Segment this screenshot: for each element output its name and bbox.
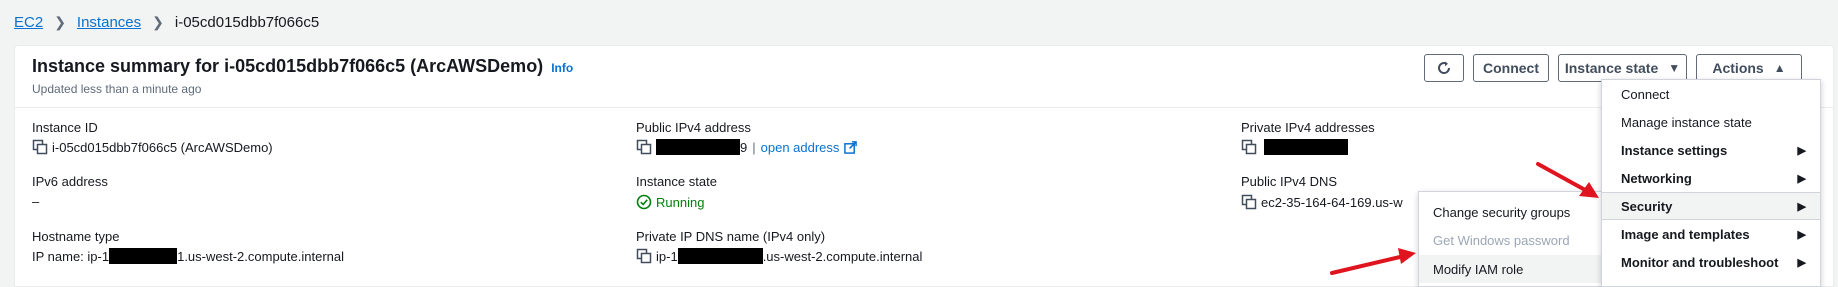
menu-item-label: Instance settings <box>1621 142 1728 158</box>
last-updated-text: Updated less than a minute ago <box>32 82 202 96</box>
actions-dropdown-menu: Connect Manage instance state Instance s… <box>1601 79 1821 287</box>
public-dns-text: ec2-35-164-64-169.us-w <box>1261 194 1403 210</box>
status-running-text: Running <box>656 194 705 210</box>
instance-state-field-label: Instance state <box>636 174 717 189</box>
menu-item-instance-settings[interactable]: Instance settings ▶ <box>1602 136 1820 164</box>
menu-item-manage-instance-state[interactable]: Manage instance state <box>1602 108 1820 136</box>
hostname-suffix: 1.us-west-2.compute.internal <box>177 248 345 264</box>
public-ipv4-value: 9 | open address <box>636 139 858 155</box>
copy-icon[interactable] <box>32 139 48 155</box>
copy-icon[interactable] <box>636 139 652 155</box>
actions-button[interactable]: Actions ▲ <box>1696 54 1802 82</box>
redacted-block <box>656 139 740 155</box>
security-submenu: Change security groups Get Windows passw… <box>1418 191 1604 287</box>
open-address-link[interactable]: open address <box>761 140 840 155</box>
copy-icon[interactable] <box>1241 194 1257 210</box>
public-ipv4-suffix: 9 <box>740 139 748 155</box>
breadcrumb: EC2 ❯ Instances ❯ i-05cd015dbb7f066c5 <box>14 10 319 34</box>
instance-state-button[interactable]: Instance state ▼ <box>1558 54 1687 82</box>
hostname-prefix: IP name: ip-1 <box>32 248 110 264</box>
ipv6-label: IPv6 address <box>32 174 108 189</box>
menu-item-label: Security <box>1621 198 1673 214</box>
separator: | <box>752 139 756 155</box>
redacted-block <box>1264 139 1348 155</box>
breadcrumb-instances-link[interactable]: Instances <box>77 14 141 31</box>
breadcrumb-current: i-05cd015dbb7f066c5 <box>174 13 320 31</box>
private-ipv4-label: Private IPv4 addresses <box>1241 120 1375 135</box>
private-dns-label: Private IP DNS name (IPv4 only) <box>636 229 826 244</box>
public-dns-label: Public IPv4 DNS <box>1241 174 1338 189</box>
caret-right-icon: ▶ <box>1797 200 1806 213</box>
instance-id-text: i-05cd015dbb7f066c5 (ArcAWSDemo) <box>52 139 273 155</box>
refresh-icon <box>1438 61 1451 74</box>
caret-right-icon: ▶ <box>1797 228 1806 241</box>
copy-icon[interactable] <box>636 248 652 264</box>
menu-item-image-and-templates[interactable]: Image and templates ▶ <box>1602 220 1820 248</box>
check-circle-icon <box>636 194 652 210</box>
instance-id-value: i-05cd015dbb7f066c5 (ArcAWSDemo) <box>32 139 273 155</box>
chevron-right-icon: ❯ <box>54 13 66 30</box>
connect-button[interactable]: Connect <box>1473 54 1549 82</box>
menu-item-connect[interactable]: Connect <box>1602 80 1820 108</box>
hostname-type-value: IP name: ip-1 1.us-west-2.compute.interna… <box>32 248 344 264</box>
private-dns-suffix: .us-west-2.compute.internal <box>762 248 923 264</box>
external-link-icon[interactable] <box>844 140 858 154</box>
caret-down-icon: ▼ <box>1668 61 1681 75</box>
instance-state-value: Running <box>636 194 704 210</box>
menu-item-label: Monitor and troubleshoot <box>1621 254 1779 270</box>
menu-item-label: Manage instance state <box>1621 114 1752 130</box>
menu-item-label: Connect <box>1621 86 1670 102</box>
actions-label: Actions <box>1712 60 1764 76</box>
copy-icon[interactable] <box>1241 139 1257 155</box>
instance-state-label: Instance state <box>1564 60 1659 76</box>
annotation-arrow-icon <box>1536 162 1599 198</box>
menu-item-modify-iam-role[interactable]: Modify IAM role <box>1419 255 1603 283</box>
instance-id-label: Instance ID <box>32 120 98 135</box>
caret-right-icon: ▶ <box>1797 172 1806 185</box>
panel-header: Instance summary for i-05cd015dbb7f066c5… <box>15 46 1833 108</box>
caret-right-icon: ▶ <box>1797 256 1806 269</box>
redacted-block <box>677 248 763 264</box>
private-dns-prefix: ip-1 <box>656 248 678 264</box>
menu-item-security[interactable]: Security ▶ <box>1602 192 1820 220</box>
hostname-type-label: Hostname type <box>32 229 120 244</box>
menu-item-get-windows-password[interactable]: Get Windows password <box>1419 226 1603 254</box>
menu-item-label: Image and templates <box>1621 226 1750 242</box>
menu-item-networking[interactable]: Networking ▶ <box>1602 164 1820 192</box>
menu-item-label: Networking <box>1621 170 1692 186</box>
page-title: Instance summary for i-05cd015dbb7f066c5… <box>32 56 573 77</box>
chevron-right-icon: ❯ <box>152 13 164 30</box>
info-link[interactable]: Info <box>551 61 573 75</box>
private-ipv4-value <box>1241 139 1348 155</box>
private-dns-value: ip-1 .us-west-2.compute.internal <box>636 248 922 264</box>
page-title-text: Instance summary for i-05cd015dbb7f066c5… <box>32 56 544 76</box>
public-dns-value: ec2-35-164-64-169.us-w <box>1241 194 1403 210</box>
breadcrumb-ec2-link[interactable]: EC2 <box>14 14 43 31</box>
annotation-arrow-icon <box>1330 248 1416 275</box>
menu-item-monitor-and-troubleshoot[interactable]: Monitor and troubleshoot ▶ <box>1602 248 1820 276</box>
public-ipv4-label: Public IPv4 address <box>636 120 751 135</box>
ipv6-value: – <box>32 194 40 209</box>
redacted-block <box>109 248 178 264</box>
caret-up-icon: ▲ <box>1773 61 1786 75</box>
caret-right-icon: ▶ <box>1797 144 1806 157</box>
refresh-button[interactable] <box>1424 54 1464 82</box>
